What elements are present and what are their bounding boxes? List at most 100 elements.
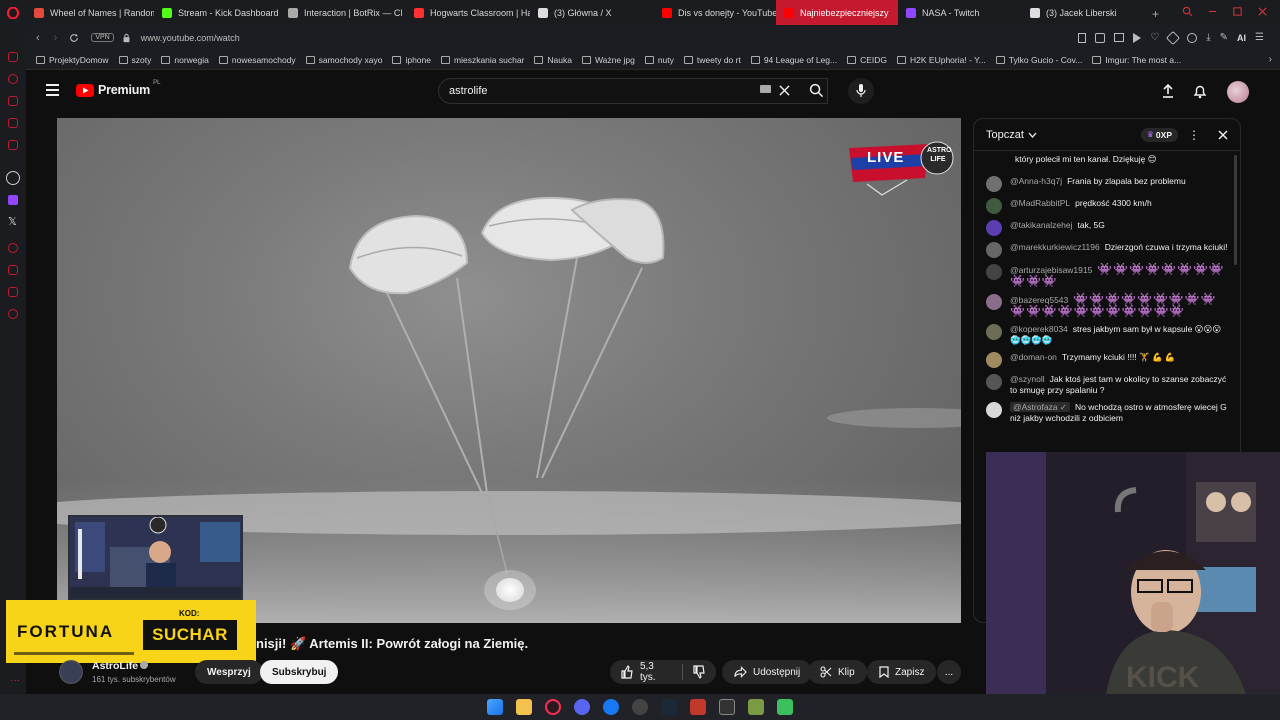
sidebar-extensions-icon[interactable]: [8, 287, 18, 297]
subscribe-button[interactable]: Subskrybuj: [260, 660, 339, 684]
chat-message[interactable]: @szynoll Jak ktoś jest tam w okolicy to s…: [974, 371, 1240, 399]
channel-avatar[interactable]: [59, 660, 83, 684]
chat-message[interactable]: @bazereq5543 👾👾👾👾👾👾👾👾👾👾👾👾👾👾👾👾👾👾👾👾: [974, 291, 1240, 321]
chat-author[interactable]: @takikanalzehej: [1010, 220, 1073, 230]
dislike-icon[interactable]: [692, 665, 706, 679]
keyboard-icon[interactable]: [760, 85, 771, 93]
chat-avatar[interactable]: [986, 176, 1002, 192]
share-button[interactable]: Udostępnij: [722, 660, 813, 684]
chat-options-icon[interactable]: ⋮: [1188, 128, 1200, 142]
antivirus-icon[interactable]: [690, 699, 706, 715]
more-actions-button[interactable]: ...: [937, 660, 961, 684]
reload-icon[interactable]: [69, 33, 79, 43]
bookmarks-overflow-icon[interactable]: ›: [1269, 54, 1272, 65]
opera-logo-icon[interactable]: [0, 0, 26, 25]
chat-avatar[interactable]: [986, 198, 1002, 214]
chat-avatar[interactable]: [986, 242, 1002, 258]
like-count[interactable]: 5,3 tys.: [640, 661, 672, 683]
new-tab-icon[interactable]: +: [1152, 7, 1164, 21]
ai-button[interactable]: AI: [1237, 33, 1246, 43]
clip-button[interactable]: Klip: [808, 660, 867, 684]
sidebar-news-icon[interactable]: [8, 118, 18, 128]
bookmark-item[interactable]: mieszkania suchar: [441, 55, 524, 65]
back-icon[interactable]: ‹: [36, 32, 40, 44]
sidebar-messenger-icon[interactable]: [8, 52, 18, 62]
menu-icon[interactable]: ☰: [1255, 32, 1264, 43]
url-field[interactable]: www.youtube.com/watch: [141, 33, 240, 43]
maximize-icon[interactable]: [1232, 6, 1243, 17]
sidebar-clock-icon[interactable]: [8, 243, 18, 253]
pip-icon[interactable]: [1114, 33, 1125, 42]
sidebar-chatgpt-icon[interactable]: [6, 171, 20, 185]
bookmark-item[interactable]: nowesamochody: [218, 55, 296, 65]
sidebar-more-icon[interactable]: ···: [10, 675, 20, 686]
browser-tab[interactable]: Dis vs donejty - YouTube: [654, 0, 776, 25]
discord-icon[interactable]: [574, 699, 590, 715]
facebook-icon[interactable]: [603, 699, 619, 715]
clear-search-icon[interactable]: [779, 85, 790, 96]
aria-icon[interactable]: ✎: [1220, 32, 1228, 43]
chat-message[interactable]: @doman-on Trzymamy kciuki !!!! 🏋 💪 💪: [974, 349, 1240, 371]
save-button[interactable]: Zapisz: [867, 660, 937, 684]
app-green-icon[interactable]: [777, 699, 793, 715]
bookmark-item[interactable]: ProjektyDomow: [36, 55, 109, 65]
bookmark-item[interactable]: nuty: [644, 55, 674, 65]
xp-badge[interactable]: ♛ 0XP: [1140, 127, 1178, 142]
start-button-icon[interactable]: [487, 699, 503, 715]
bookmark-item[interactable]: samochody xayo: [305, 55, 382, 65]
bookmark-item[interactable]: 94 League of Leg...: [750, 55, 837, 65]
chat-author[interactable]: @Anna-h3q7j: [1010, 176, 1062, 186]
browser-tab[interactable]: Hogwarts Classroom | Ha: [406, 0, 530, 25]
chat-avatar[interactable]: [986, 352, 1002, 368]
sidebar-history-icon[interactable]: [8, 74, 18, 84]
browser-tab[interactable]: (3) Główna / X: [530, 0, 654, 25]
bookmark-item[interactable]: CEIDG: [847, 55, 887, 65]
bookmark-item[interactable]: tweety do rt: [683, 55, 741, 65]
play-icon[interactable]: [1133, 32, 1142, 43]
chat-author[interactable]: @koperek8034: [1010, 324, 1068, 334]
bookmark-item[interactable]: norwegia: [161, 55, 209, 65]
user-avatar[interactable]: [1227, 81, 1249, 103]
chat-mode-selector[interactable]: Topczat: [986, 129, 1024, 141]
obs-icon[interactable]: [632, 699, 648, 715]
sidebar-wallet-icon[interactable]: [8, 96, 18, 106]
sidebar-settings-icon[interactable]: [8, 309, 18, 319]
chat-message[interactable]: @Astrofaza ✓ No wchodzą ostro w atmosferę…: [974, 399, 1240, 427]
browser-tab[interactable]: Wheel of Names | Random: [26, 0, 154, 25]
like-icon[interactable]: [620, 665, 634, 679]
bookmark-page-icon[interactable]: [1078, 32, 1087, 43]
chat-author[interactable]: @MadRabbitPL: [1010, 198, 1070, 208]
steam-icon[interactable]: [661, 699, 677, 715]
chat-avatar[interactable]: [986, 374, 1002, 390]
extensions-icon[interactable]: [1166, 30, 1181, 45]
bookmark-item[interactable]: Tylko Gucio - Cov...: [995, 55, 1082, 65]
screenshot-icon[interactable]: [1095, 32, 1106, 43]
chat-avatar[interactable]: [986, 402, 1002, 418]
chat-message[interactable]: @marekkurkiewicz1196 Dzierzgoń czuwa i tr…: [974, 239, 1240, 261]
chat-message[interactable]: @koperek8034 stres jakbym sam był w kapsu…: [974, 321, 1240, 349]
support-button[interactable]: Wesprzyj: [195, 660, 263, 684]
sidebar-mail-icon[interactable]: [8, 140, 18, 150]
bookmark-item[interactable]: iphone: [392, 55, 431, 65]
chat-message[interactable]: @MadRabbitPL prędkość 4300 km/h: [974, 195, 1240, 217]
close-chat-icon[interactable]: [1218, 130, 1228, 140]
terminal-icon[interactable]: [719, 699, 735, 715]
bookmark-item[interactable]: Ważne jpg: [581, 55, 635, 65]
forward-icon[interactable]: ›: [54, 32, 58, 44]
channel-name[interactable]: AstroLife: [92, 660, 138, 672]
opera-gx-icon[interactable]: [545, 699, 561, 715]
chat-message[interactable]: @takikanalzehej tak, 5G: [974, 217, 1240, 239]
browser-tab[interactable]: Stream - Kick Dashboard: [154, 0, 280, 25]
sidebar-twitch-icon[interactable]: [8, 195, 18, 205]
chat-message[interactable]: który polecił mi ten kanał. Dziękuję 😊: [974, 151, 1240, 173]
browser-tab[interactable]: Interaction | BotRix — Cl: [280, 0, 406, 25]
lock-icon[interactable]: [122, 33, 131, 43]
minimize-icon[interactable]: [1207, 6, 1218, 17]
chat-author[interactable]: @Astrofaza ✓: [1010, 402, 1071, 412]
chat-author[interactable]: @marekkurkiewicz1196: [1010, 242, 1100, 252]
snapshot-icon[interactable]: [1187, 32, 1198, 43]
browser-tab[interactable]: (3) Jacek Liberski: [1022, 0, 1148, 25]
hamburger-menu-icon[interactable]: [46, 84, 59, 96]
heart-icon[interactable]: ♡: [1150, 32, 1159, 43]
vpn-badge[interactable]: VPN: [91, 33, 114, 42]
